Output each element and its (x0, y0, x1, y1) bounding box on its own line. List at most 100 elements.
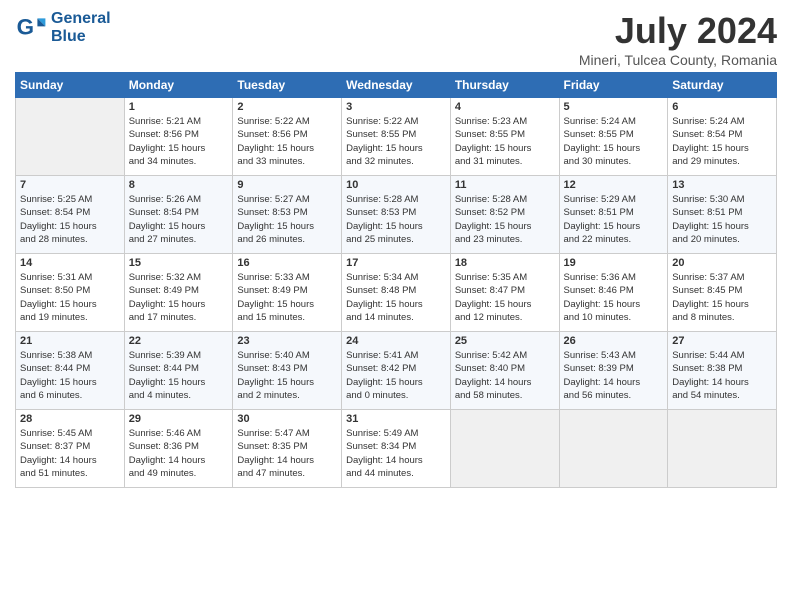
day-info: Sunrise: 5:30 AM Sunset: 8:51 PM Dayligh… (672, 193, 772, 246)
calendar-week-3: 14 Sunrise: 5:31 AM Sunset: 8:50 PM Dayli… (16, 254, 777, 332)
svg-text:G: G (17, 14, 34, 39)
day-info: Sunrise: 5:39 AM Sunset: 8:44 PM Dayligh… (129, 349, 229, 402)
calendar-cell: 19 Sunrise: 5:36 AM Sunset: 8:46 PM Dayli… (559, 254, 668, 332)
day-info: Sunrise: 5:42 AM Sunset: 8:40 PM Dayligh… (455, 349, 555, 402)
day-number: 28 (20, 413, 120, 425)
day-info: Sunrise: 5:46 AM Sunset: 8:36 PM Dayligh… (129, 427, 229, 480)
weekday-header-row: SundayMondayTuesdayWednesdayThursdayFrid… (16, 73, 777, 98)
day-number: 18 (455, 257, 555, 269)
calendar-table: SundayMondayTuesdayWednesdayThursdayFrid… (15, 72, 777, 488)
day-info: Sunrise: 5:31 AM Sunset: 8:50 PM Dayligh… (20, 271, 120, 324)
calendar-cell: 24 Sunrise: 5:41 AM Sunset: 8:42 PM Dayli… (342, 332, 451, 410)
logo-icon: G (15, 12, 47, 44)
day-info: Sunrise: 5:43 AM Sunset: 8:39 PM Dayligh… (564, 349, 664, 402)
calendar-cell: 23 Sunrise: 5:40 AM Sunset: 8:43 PM Dayli… (233, 332, 342, 410)
calendar-cell: 31 Sunrise: 5:49 AM Sunset: 8:34 PM Dayli… (342, 410, 451, 488)
day-info: Sunrise: 5:25 AM Sunset: 8:54 PM Dayligh… (20, 193, 120, 246)
day-number: 5 (564, 101, 664, 113)
day-info: Sunrise: 5:37 AM Sunset: 8:45 PM Dayligh… (672, 271, 772, 324)
day-info: Sunrise: 5:26 AM Sunset: 8:54 PM Dayligh… (129, 193, 229, 246)
page-container: G General Blue July 2024 Mineri, Tulcea … (0, 0, 792, 498)
weekday-header-tuesday: Tuesday (233, 73, 342, 98)
day-info: Sunrise: 5:40 AM Sunset: 8:43 PM Dayligh… (237, 349, 337, 402)
day-info: Sunrise: 5:27 AM Sunset: 8:53 PM Dayligh… (237, 193, 337, 246)
calendar-cell: 1Sunrise: 5:21 AM Sunset: 8:56 PM Daylig… (124, 98, 233, 176)
calendar-cell: 2Sunrise: 5:22 AM Sunset: 8:56 PM Daylig… (233, 98, 342, 176)
day-info: Sunrise: 5:35 AM Sunset: 8:47 PM Dayligh… (455, 271, 555, 324)
day-info: Sunrise: 5:47 AM Sunset: 8:35 PM Dayligh… (237, 427, 337, 480)
day-number: 20 (672, 257, 772, 269)
weekday-header-monday: Monday (124, 73, 233, 98)
calendar-cell: 30Sunrise: 5:47 AM Sunset: 8:35 PM Dayli… (233, 410, 342, 488)
day-info: Sunrise: 5:36 AM Sunset: 8:46 PM Dayligh… (564, 271, 664, 324)
day-info: Sunrise: 5:38 AM Sunset: 8:44 PM Dayligh… (20, 349, 120, 402)
day-number: 10 (346, 179, 446, 191)
weekday-header-saturday: Saturday (668, 73, 777, 98)
day-info: Sunrise: 5:28 AM Sunset: 8:53 PM Dayligh… (346, 193, 446, 246)
logo-text: General Blue (51, 10, 111, 45)
calendar-cell: 3 Sunrise: 5:22 AM Sunset: 8:55 PM Daylig… (342, 98, 451, 176)
calendar-cell: 12 Sunrise: 5:29 AM Sunset: 8:51 PM Dayli… (559, 176, 668, 254)
calendar-cell: 13Sunrise: 5:30 AM Sunset: 8:51 PM Dayli… (668, 176, 777, 254)
day-number: 7 (20, 179, 120, 191)
day-info: Sunrise: 5:41 AM Sunset: 8:42 PM Dayligh… (346, 349, 446, 402)
calendar-cell: 9 Sunrise: 5:27 AM Sunset: 8:53 PM Daylig… (233, 176, 342, 254)
weekday-header-thursday: Thursday (450, 73, 559, 98)
day-info: Sunrise: 5:22 AM Sunset: 8:55 PM Dayligh… (346, 115, 446, 168)
day-info: Sunrise: 5:32 AM Sunset: 8:49 PM Dayligh… (129, 271, 229, 324)
title-block: July 2024 Mineri, Tulcea County, Romania (579, 10, 777, 68)
day-number: 22 (129, 335, 229, 347)
weekday-header-wednesday: Wednesday (342, 73, 451, 98)
day-info: Sunrise: 5:33 AM Sunset: 8:49 PM Dayligh… (237, 271, 337, 324)
location: Mineri, Tulcea County, Romania (579, 52, 777, 68)
day-number: 6 (672, 101, 772, 113)
day-info: Sunrise: 5:23 AM Sunset: 8:55 PM Dayligh… (455, 115, 555, 168)
calendar-cell: 5 Sunrise: 5:24 AM Sunset: 8:55 PM Daylig… (559, 98, 668, 176)
calendar-cell (668, 410, 777, 488)
calendar-cell (559, 410, 668, 488)
day-info: Sunrise: 5:29 AM Sunset: 8:51 PM Dayligh… (564, 193, 664, 246)
day-number: 21 (20, 335, 120, 347)
calendar-week-2: 7 Sunrise: 5:25 AM Sunset: 8:54 PM Daylig… (16, 176, 777, 254)
calendar-cell: 4Sunrise: 5:23 AM Sunset: 8:55 PM Daylig… (450, 98, 559, 176)
logo: G General Blue (15, 10, 111, 45)
day-number: 14 (20, 257, 120, 269)
calendar-cell: 16 Sunrise: 5:33 AM Sunset: 8:49 PM Dayli… (233, 254, 342, 332)
calendar-cell: 18 Sunrise: 5:35 AM Sunset: 8:47 PM Dayli… (450, 254, 559, 332)
day-number: 26 (564, 335, 664, 347)
day-number: 12 (564, 179, 664, 191)
calendar-week-5: 28 Sunrise: 5:45 AM Sunset: 8:37 PM Dayli… (16, 410, 777, 488)
calendar-week-4: 21 Sunrise: 5:38 AM Sunset: 8:44 PM Dayli… (16, 332, 777, 410)
weekday-header-friday: Friday (559, 73, 668, 98)
calendar-cell (16, 98, 125, 176)
day-number: 23 (237, 335, 337, 347)
calendar-cell: 27 Sunrise: 5:44 AM Sunset: 8:38 PM Dayli… (668, 332, 777, 410)
calendar-cell: 10 Sunrise: 5:28 AM Sunset: 8:53 PM Dayli… (342, 176, 451, 254)
calendar-cell: 17Sunrise: 5:34 AM Sunset: 8:48 PM Dayli… (342, 254, 451, 332)
day-number: 15 (129, 257, 229, 269)
day-number: 17 (346, 257, 446, 269)
day-number: 19 (564, 257, 664, 269)
day-number: 9 (237, 179, 337, 191)
day-info: Sunrise: 5:24 AM Sunset: 8:55 PM Dayligh… (564, 115, 664, 168)
day-number: 27 (672, 335, 772, 347)
day-number: 2 (237, 101, 337, 113)
calendar-cell: 28 Sunrise: 5:45 AM Sunset: 8:37 PM Dayli… (16, 410, 125, 488)
calendar-cell: 25Sunrise: 5:42 AM Sunset: 8:40 PM Dayli… (450, 332, 559, 410)
day-number: 29 (129, 413, 229, 425)
calendar-week-1: 1Sunrise: 5:21 AM Sunset: 8:56 PM Daylig… (16, 98, 777, 176)
calendar-cell: 14 Sunrise: 5:31 AM Sunset: 8:50 PM Dayli… (16, 254, 125, 332)
header: G General Blue July 2024 Mineri, Tulcea … (15, 10, 777, 68)
day-info: Sunrise: 5:45 AM Sunset: 8:37 PM Dayligh… (20, 427, 120, 480)
weekday-header-sunday: Sunday (16, 73, 125, 98)
calendar-cell: 29 Sunrise: 5:46 AM Sunset: 8:36 PM Dayli… (124, 410, 233, 488)
day-info: Sunrise: 5:44 AM Sunset: 8:38 PM Dayligh… (672, 349, 772, 402)
calendar-cell: 22 Sunrise: 5:39 AM Sunset: 8:44 PM Dayli… (124, 332, 233, 410)
day-number: 16 (237, 257, 337, 269)
day-number: 11 (455, 179, 555, 191)
day-number: 31 (346, 413, 446, 425)
day-number: 3 (346, 101, 446, 113)
calendar-cell: 11Sunrise: 5:28 AM Sunset: 8:52 PM Dayli… (450, 176, 559, 254)
day-number: 24 (346, 335, 446, 347)
day-info: Sunrise: 5:49 AM Sunset: 8:34 PM Dayligh… (346, 427, 446, 480)
